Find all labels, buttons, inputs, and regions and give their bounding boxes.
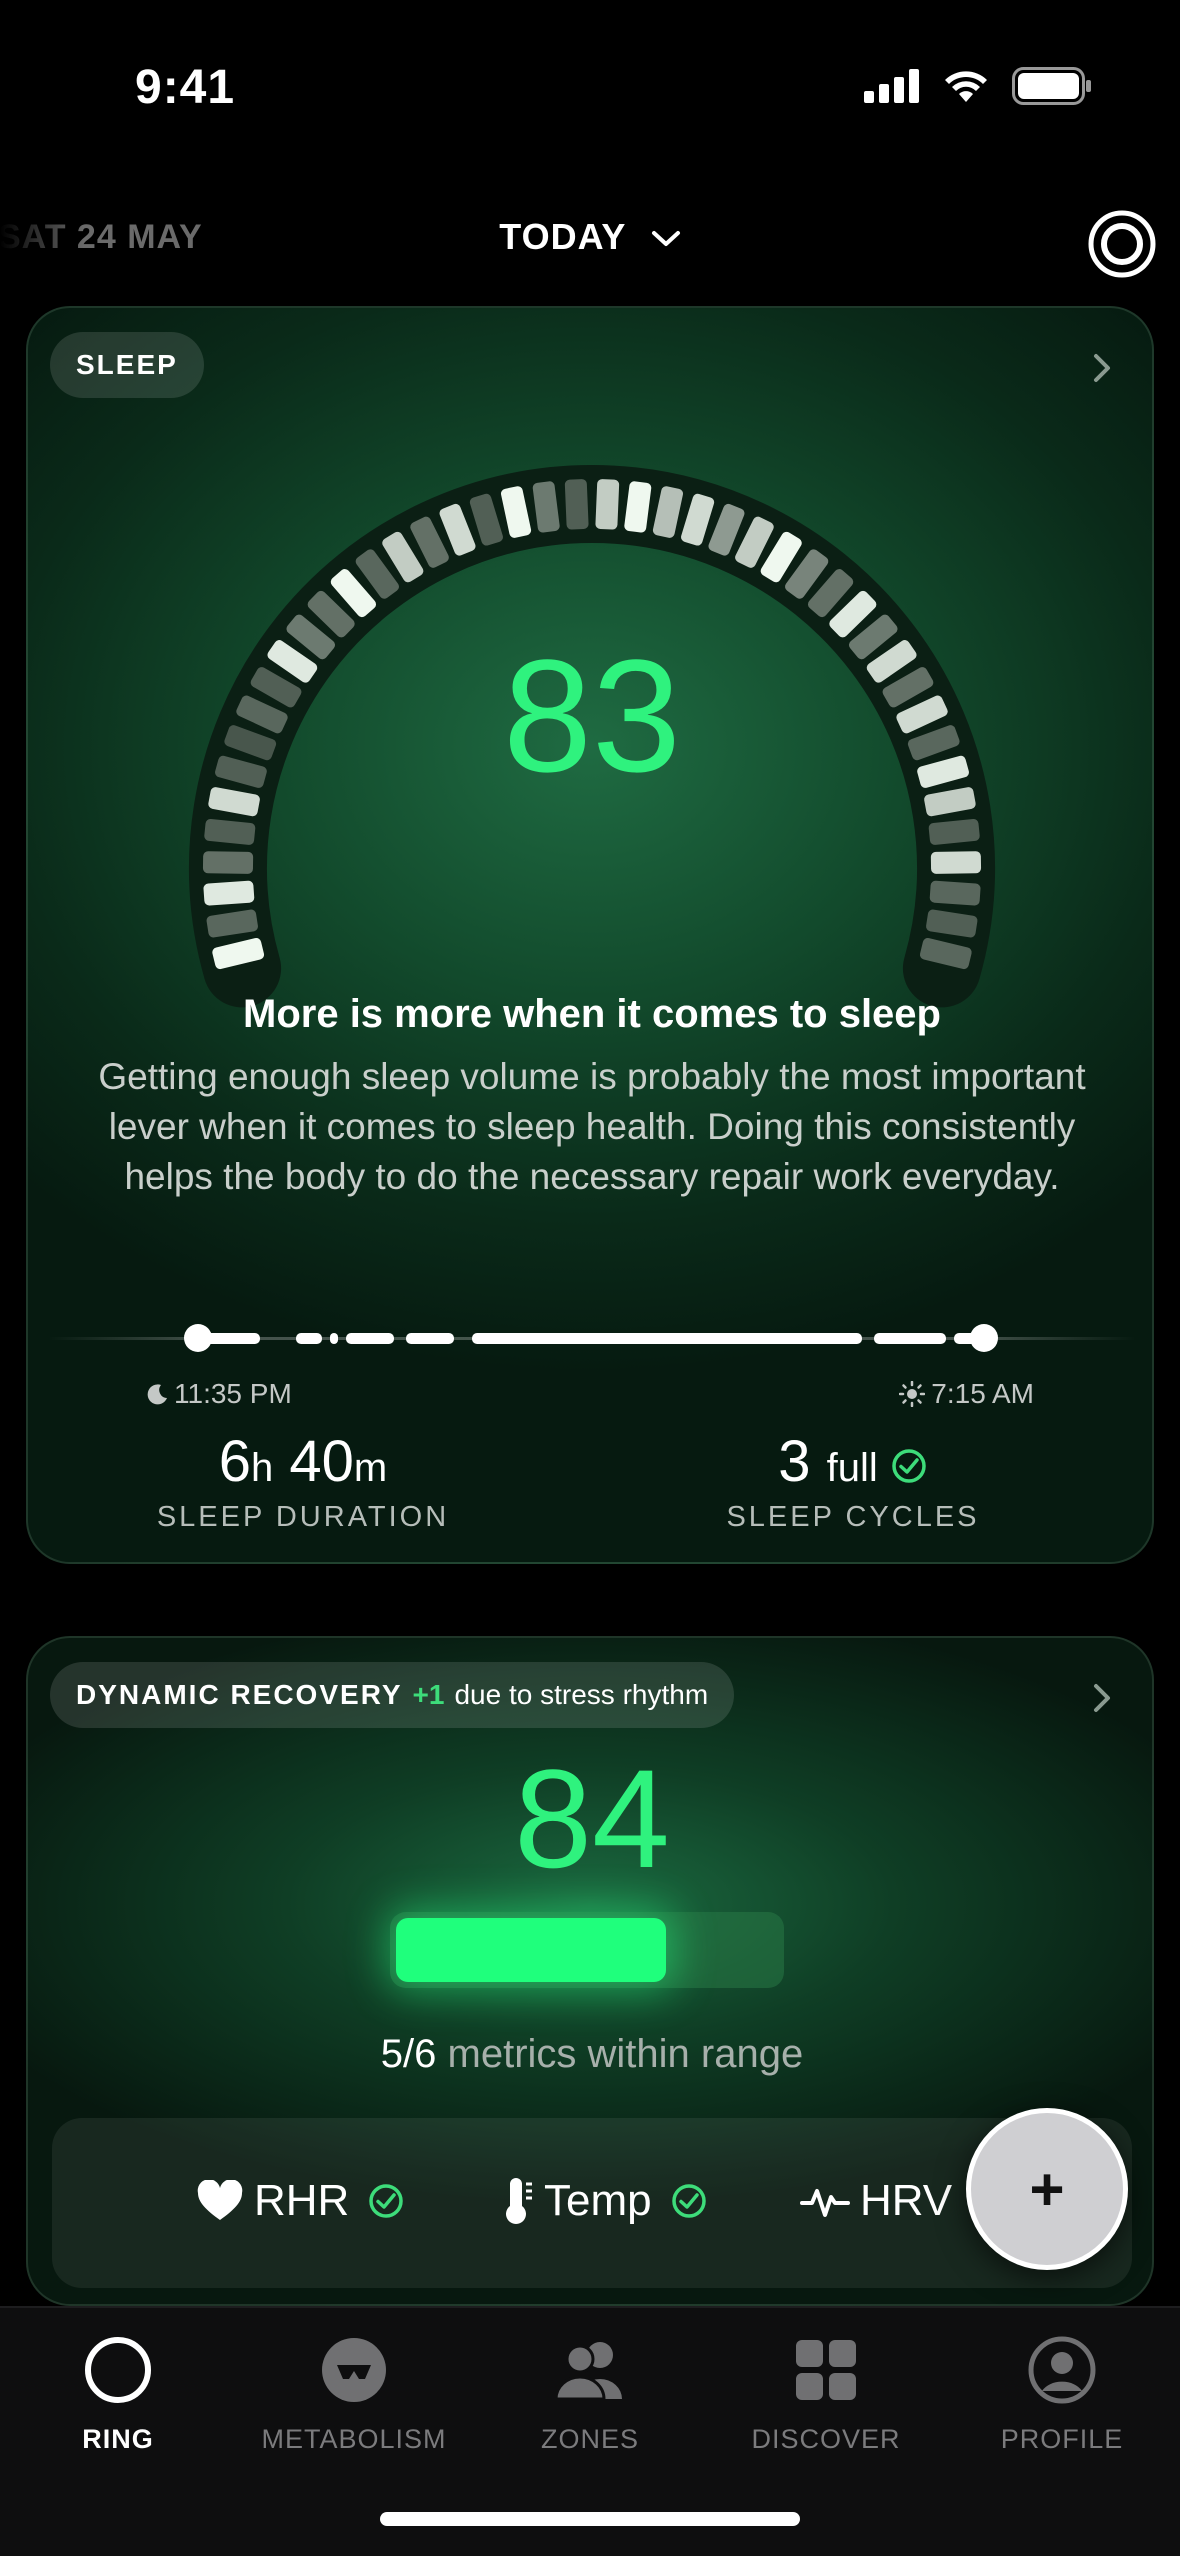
recovery-score: 84 [514, 1740, 670, 1897]
sun-icon [899, 1381, 926, 1407]
tab-profile[interactable]: PROFILE [944, 2330, 1180, 2455]
heart-icon [197, 2180, 243, 2220]
tab-ring[interactable]: RING [0, 2330, 236, 2455]
home-indicator [380, 2512, 800, 2526]
sleep-pill: SLEEP [50, 332, 204, 398]
ring-icon [85, 2337, 151, 2403]
ring-status-icon[interactable] [1086, 208, 1158, 280]
recovery-pill: DYNAMIC RECOVERY +1 due to stress rhythm [50, 1662, 735, 1728]
battery-icon [1012, 67, 1091, 105]
thermometer-icon [506, 2178, 532, 2224]
sleep-score: 83 [503, 626, 681, 805]
gauge-segment [202, 851, 254, 874]
tab-discover[interactable]: DISCOVER [708, 2330, 944, 2455]
moon-icon [147, 1384, 167, 1405]
metric-rhr[interactable]: RHR [196, 2176, 405, 2226]
check-circle-icon [369, 2184, 404, 2218]
gauge-segment [203, 880, 255, 906]
tab-zones[interactable]: ZONES [472, 2330, 708, 2455]
metric-temp[interactable]: Temp [500, 2176, 708, 2226]
sleep-timeline [48, 1324, 1136, 1352]
date-selector[interactable]: TODAY [0, 216, 1180, 258]
date-header: SAT 24 MAY TODAY [0, 200, 1180, 280]
date-selector-label: TODAY [499, 216, 626, 257]
chevron-right-icon[interactable] [1092, 352, 1112, 384]
wifi-icon [945, 71, 987, 102]
bedtime: 11:35 PM [146, 1378, 292, 1410]
gauge-segment [564, 479, 589, 530]
zones-icon [554, 2342, 622, 2401]
chevron-down-icon [651, 231, 680, 247]
tab-metabolism[interactable]: METABOLISM [236, 2330, 472, 2455]
pulse-icon [800, 2189, 850, 2217]
cellular-signal-icon [864, 69, 919, 103]
gauge-segment [595, 479, 620, 530]
check-circle-icon [671, 2184, 706, 2218]
chevron-right-icon[interactable] [1092, 1682, 1112, 1714]
metrics-range-summary: 5/6 metrics within range [380, 2032, 804, 2076]
recovery-battery-fill [396, 1918, 666, 1982]
metric-hrv[interactable]: HRV [800, 2176, 952, 2226]
sleep-duration-stat: 6h 40m SLEEP DURATION [156, 1429, 450, 1533]
status-time: 9:41 [135, 61, 236, 114]
gauge-segment [929, 880, 981, 906]
status-bar: 9:41 [0, 0, 1180, 170]
sleep-cycles-stat: 3 full SLEEP CYCLES [726, 1429, 980, 1533]
sleep-card[interactable]: SLEEP 83 More is more when it comes to s… [26, 306, 1154, 1564]
discover-icon [796, 2340, 856, 2400]
sleep-description: Getting enough sleep volume is probably … [98, 1056, 1086, 1197]
system-icons [864, 66, 1092, 106]
profile-icon [1028, 2336, 1096, 2404]
gauge-segment [930, 851, 982, 874]
metabolism-icon [322, 2338, 386, 2402]
add-button[interactable]: + [966, 2108, 1128, 2270]
sleep-headline: More is more when it comes to sleep [243, 992, 941, 1036]
recovery-battery [390, 1912, 784, 1988]
wake-time: 7:15 AM [899, 1378, 1034, 1410]
check-circle-icon [892, 1448, 926, 1483]
